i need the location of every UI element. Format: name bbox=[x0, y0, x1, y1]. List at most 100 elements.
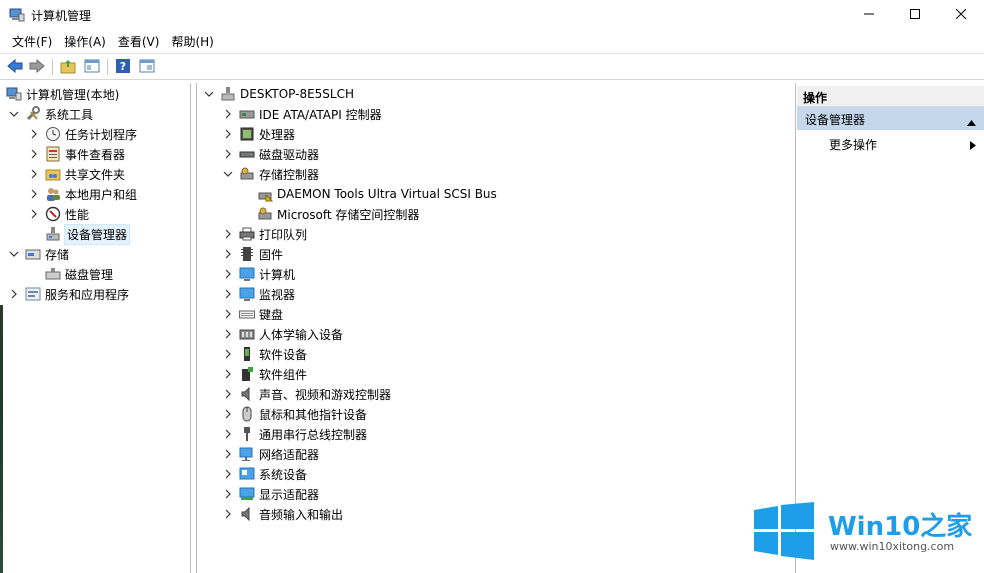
chevron-down-icon[interactable] bbox=[9, 109, 19, 119]
tree-node-disk-management[interactable]: 磁盘管理 bbox=[45, 264, 113, 284]
device-category-storage-controllers[interactable]: 存储控制器 bbox=[223, 164, 319, 184]
device-category-hid[interactable]: 人体学输入设备 bbox=[223, 324, 343, 344]
tree-node-services-apps[interactable]: 服务和应用程序 bbox=[9, 284, 129, 304]
menu-action[interactable]: 操作(A) bbox=[58, 30, 112, 52]
tree-node-task-scheduler[interactable]: 任务计划程序 bbox=[29, 124, 137, 144]
tree-node-system-tools[interactable]: 系统工具 bbox=[9, 104, 93, 124]
minimize-button[interactable] bbox=[846, 0, 892, 30]
back-button[interactable] bbox=[6, 58, 24, 76]
more-actions-label: 更多操作 bbox=[829, 138, 878, 152]
tree-node-local-users[interactable]: 本地用户和组 bbox=[29, 184, 137, 204]
chevron-right-icon[interactable] bbox=[223, 249, 233, 259]
collapse-up-icon[interactable] bbox=[967, 115, 976, 129]
scsi-icon bbox=[257, 206, 273, 222]
chevron-right-icon[interactable] bbox=[223, 149, 233, 159]
chevron-right-icon[interactable] bbox=[223, 309, 233, 319]
menu-file[interactable]: 文件(F) bbox=[6, 30, 58, 52]
forward-arrow-icon bbox=[29, 58, 45, 76]
device-category-processor[interactable]: 处理器 bbox=[223, 124, 295, 144]
chevron-right-icon[interactable] bbox=[223, 369, 233, 379]
device-category-system-devices[interactable]: 系统设备 bbox=[223, 464, 307, 484]
chevron-right-icon[interactable] bbox=[223, 289, 233, 299]
svg-text:?: ? bbox=[120, 60, 126, 73]
monitor-icon bbox=[239, 286, 255, 302]
chevron-right-icon[interactable] bbox=[223, 469, 233, 479]
chevron-down-icon[interactable] bbox=[204, 89, 214, 99]
device-category-computer[interactable]: 计算机 bbox=[223, 264, 295, 284]
device-item-daemon-scsi[interactable]: DAEMON Tools Ultra Virtual SCSI Bus bbox=[257, 184, 497, 204]
device-category-mice[interactable]: 鼠标和其他指针设备 bbox=[223, 404, 367, 424]
firmware-icon bbox=[239, 246, 255, 262]
tree-node-storage[interactable]: 存储 bbox=[9, 244, 69, 264]
device-category-sound[interactable]: 声音、视频和游戏控制器 bbox=[223, 384, 391, 404]
actions-section-device-manager[interactable]: 设备管理器 bbox=[797, 107, 984, 130]
up-level-button[interactable] bbox=[59, 58, 77, 76]
device-category-firmware[interactable]: 固件 bbox=[223, 244, 283, 264]
device-category-label: 存储控制器 bbox=[259, 167, 320, 182]
tree-node-performance[interactable]: 性能 bbox=[29, 204, 89, 224]
maximize-icon bbox=[910, 8, 920, 22]
maximize-button[interactable] bbox=[892, 0, 938, 30]
chevron-right-icon[interactable] bbox=[29, 189, 39, 199]
forward-button[interactable] bbox=[28, 58, 46, 76]
toolbar-separator bbox=[107, 59, 108, 75]
device-category-label: IDE ATA/ATAPI 控制器 bbox=[259, 107, 382, 122]
tree-node-event-viewer[interactable]: 事件查看器 bbox=[29, 144, 125, 164]
properties-button[interactable] bbox=[138, 58, 156, 76]
chevron-right-icon[interactable] bbox=[223, 109, 233, 119]
device-item-microsoft-storage-spaces[interactable]: Microsoft 存储空间控制器 bbox=[257, 204, 419, 224]
chevron-down-icon[interactable] bbox=[223, 169, 233, 179]
device-category-audio-io[interactable]: 音频输入和输出 bbox=[223, 504, 343, 524]
tree-node-label: 系统工具 bbox=[45, 107, 94, 122]
device-category-monitors[interactable]: 监视器 bbox=[223, 284, 295, 304]
chevron-right-icon[interactable] bbox=[223, 329, 233, 339]
chevron-right-icon[interactable] bbox=[223, 509, 233, 519]
title-bar: 计算机管理 bbox=[0, 0, 984, 30]
chevron-right-icon[interactable] bbox=[29, 149, 39, 159]
chevron-right-icon[interactable] bbox=[223, 229, 233, 239]
tree-node-shared-folders[interactable]: 共享文件夹 bbox=[29, 164, 125, 184]
network-icon bbox=[239, 446, 255, 462]
device-category-print-queues[interactable]: 打印队列 bbox=[223, 224, 307, 244]
chevron-right-icon[interactable] bbox=[223, 269, 233, 279]
keyboard-icon bbox=[239, 306, 255, 322]
device-tree-computer[interactable]: DESKTOP-8E5SLCH bbox=[204, 84, 354, 104]
chevron-right-icon[interactable] bbox=[223, 409, 233, 419]
chevron-right-icon[interactable] bbox=[223, 349, 233, 359]
device-category-keyboards[interactable]: 键盘 bbox=[223, 304, 283, 324]
device-category-ide[interactable]: IDE ATA/ATAPI 控制器 bbox=[223, 104, 382, 124]
background-window-edge bbox=[0, 305, 3, 573]
chevron-right-icon[interactable] bbox=[223, 489, 233, 499]
chevron-right-icon[interactable] bbox=[29, 129, 39, 139]
device-category-label: 显示适配器 bbox=[259, 487, 320, 502]
menu-help[interactable]: 帮助(H) bbox=[165, 30, 219, 52]
device-manager-icon bbox=[45, 226, 61, 242]
scsi-icon bbox=[257, 186, 273, 202]
chevron-right-icon[interactable] bbox=[29, 169, 39, 179]
device-category-network[interactable]: 网络适配器 bbox=[223, 444, 319, 464]
close-button[interactable] bbox=[938, 0, 984, 30]
tree-node-root[interactable]: 计算机管理(本地) bbox=[6, 84, 119, 104]
tree-node-device-manager[interactable]: 设备管理器 bbox=[45, 223, 131, 245]
device-category-label: 处理器 bbox=[259, 127, 296, 142]
chevron-right-icon[interactable] bbox=[29, 209, 39, 219]
device-category-display-adapters[interactable]: 显示适配器 bbox=[223, 484, 319, 504]
more-actions-item[interactable]: 更多操作 bbox=[797, 132, 984, 154]
performance-icon bbox=[45, 206, 61, 222]
chevron-down-icon[interactable] bbox=[9, 249, 19, 259]
device-category-software-components[interactable]: 软件组件 bbox=[223, 364, 307, 384]
computer-management-icon bbox=[6, 86, 22, 102]
chevron-right-icon[interactable] bbox=[223, 389, 233, 399]
device-category-usb[interactable]: 通用串行总线控制器 bbox=[223, 424, 367, 444]
show-hide-tree-button[interactable] bbox=[83, 58, 101, 76]
chevron-right-icon[interactable] bbox=[223, 129, 233, 139]
usb-icon bbox=[239, 426, 255, 442]
device-category-software-devices[interactable]: 软件设备 bbox=[223, 344, 307, 364]
help-button[interactable]: ? bbox=[114, 58, 132, 76]
chevron-right-icon[interactable] bbox=[9, 289, 19, 299]
device-category-label: 计算机 bbox=[259, 267, 296, 282]
chevron-right-icon[interactable] bbox=[223, 449, 233, 459]
chevron-right-icon[interactable] bbox=[223, 429, 233, 439]
device-category-disk-drives[interactable]: 磁盘驱动器 bbox=[223, 144, 319, 164]
menu-view[interactable]: 查看(V) bbox=[112, 30, 166, 52]
